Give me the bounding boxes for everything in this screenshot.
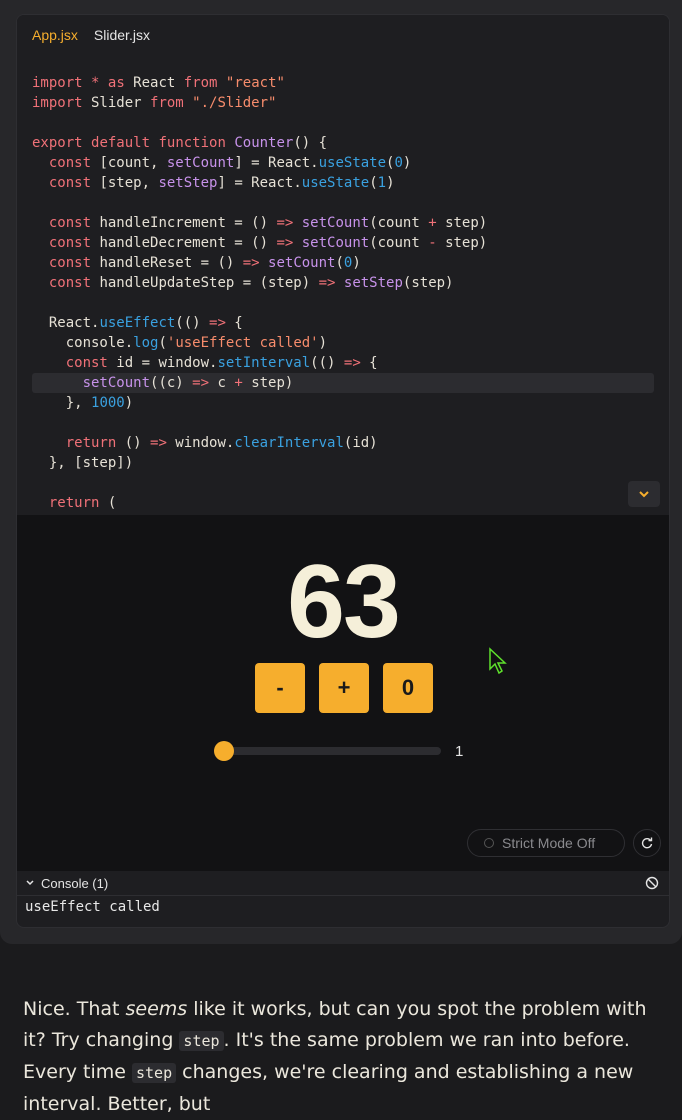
step-slider[interactable]	[214, 741, 441, 761]
file-tabs: App.jsx Slider.jsx	[17, 15, 669, 56]
cursor-icon	[489, 647, 507, 675]
tab-slider-jsx[interactable]: Slider.jsx	[94, 27, 150, 43]
sandpack-container: App.jsx Slider.jsx import * as React fro…	[0, 0, 682, 944]
decrement-button[interactable]: -	[255, 663, 305, 713]
strict-mode-toggle[interactable]: Strict Mode Off	[467, 829, 625, 857]
editor-panel: App.jsx Slider.jsx import * as React fro…	[16, 14, 670, 928]
prose-text: Nice. That	[23, 998, 126, 1020]
code-editor[interactable]: import * as React from "react" import Sli…	[17, 55, 669, 533]
step-slider-thumb[interactable]	[214, 741, 234, 761]
code-line: const handleDecrement = () => setCount(c…	[48, 235, 488, 251]
code-line: import * as React from "react"	[32, 75, 285, 91]
count-display: 63	[287, 544, 401, 660]
inline-code: step	[132, 1063, 177, 1083]
inline-code: step	[179, 1031, 224, 1051]
article-paragraph: Nice. That seems like it works, but can …	[23, 994, 663, 1120]
code-line: const handleReset = () => setCount(0)	[48, 255, 361, 271]
expand-code-button[interactable]	[628, 481, 660, 507]
strict-mode-label: Strict Mode Off	[502, 835, 596, 851]
tab-app-jsx[interactable]: App.jsx	[32, 27, 78, 43]
code-line: React.useEffect(() => {	[32, 315, 243, 331]
code-line: }, 1000)	[32, 395, 134, 411]
code-line: return (	[48, 495, 117, 511]
console-log-line: useEffect called	[25, 899, 160, 915]
refresh-icon	[641, 837, 653, 849]
code-line: const handleIncrement = () => setCount(c…	[48, 215, 488, 231]
refresh-button[interactable]	[633, 829, 661, 857]
console-title: Console (1)	[41, 875, 109, 891]
code-line: const [count, setCount] = React.useState…	[48, 155, 412, 171]
console-header[interactable]: Console (1)	[17, 871, 669, 896]
code-line: export default function Counter() {	[32, 135, 328, 151]
code-line: setCount((c) => c + step)	[32, 373, 654, 393]
code-line: const handleUpdateStep = (step) => setSt…	[48, 275, 454, 291]
prose-emphasis: seems	[125, 998, 188, 1020]
code-line: }, [step])	[32, 455, 134, 471]
code-line: const id = window.setInterval(() => {	[65, 355, 378, 371]
reset-button[interactable]: 0	[383, 663, 433, 713]
clear-console-icon[interactable]	[645, 876, 659, 890]
chevron-console-icon	[26, 880, 34, 886]
step-value: 1	[455, 743, 464, 760]
increment-button[interactable]: +	[319, 663, 369, 713]
chevron-down-icon	[639, 491, 649, 498]
toggle-dot-icon	[484, 838, 494, 848]
code-line: const [step, setStep] = React.useState(1…	[48, 175, 395, 191]
preview-pane: 63 - + 0 1 Strict Mode Off	[17, 515, 669, 871]
code-line: import Slider from "./Slider"	[32, 95, 277, 111]
code-line: console.log('useEffect called')	[32, 335, 328, 351]
code-line: return () => window.clearInterval(id)	[65, 435, 378, 451]
